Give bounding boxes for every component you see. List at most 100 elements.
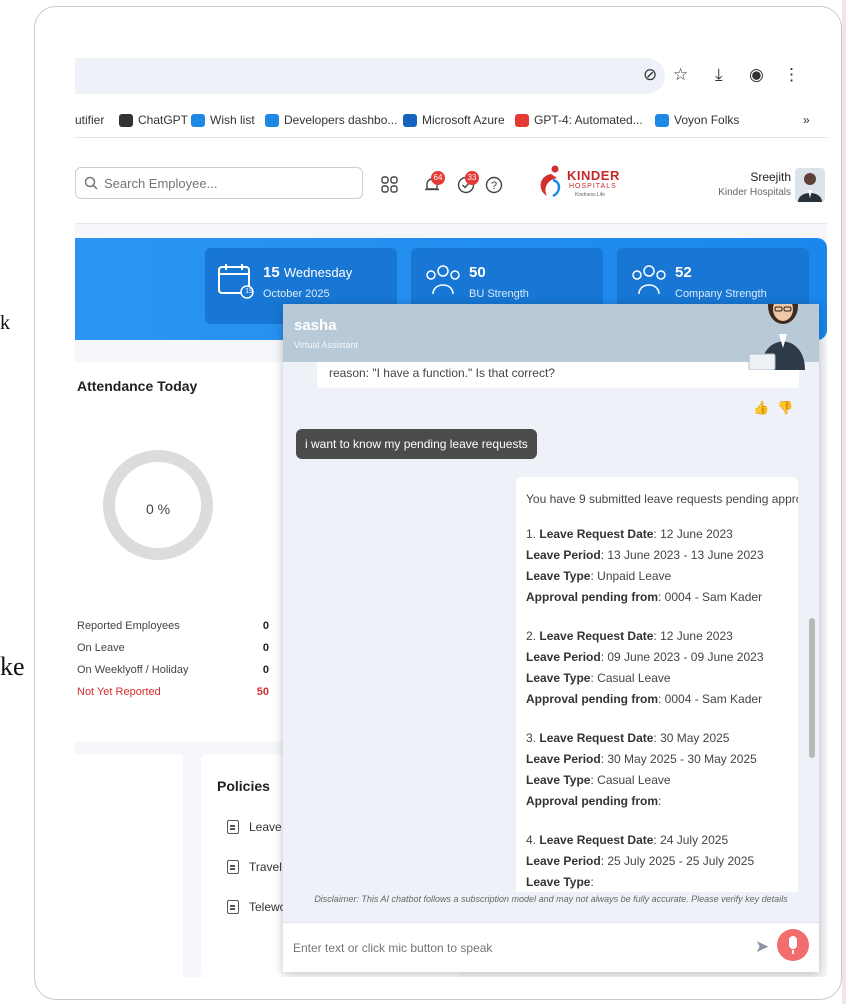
date-label: 15 Wednesday <box>263 264 353 281</box>
bot-name: sasha <box>294 317 337 334</box>
screenshot-frame: ⊘ ☆ ⤓ ◉ ⋮ utifier ChatGPT Wish list Develop… <box>34 6 842 1000</box>
attendance-title: Attendance Today <box>77 378 198 394</box>
team-icon <box>426 265 460 295</box>
company-strength-label: Company Strength <box>675 288 767 300</box>
virtual-assistant-avatar <box>748 304 805 370</box>
browser-window: ⊘ ☆ ⤓ ◉ ⋮ utifier ChatGPT Wish list Develop… <box>75 52 827 977</box>
leave-request-item: 2. Leave Request Date: 12 June 2023 Leave… <box>526 626 798 710</box>
bot-message-intro: You have 9 submitted leave requests pend… <box>526 492 798 506</box>
background-strip <box>842 0 846 1004</box>
leave-request-item: 3. Leave Request Date: 30 May 2025 Leave … <box>526 728 798 812</box>
team-icon <box>632 265 666 295</box>
user-avatar-icon <box>798 173 822 202</box>
stray-text-fragment: k <box>0 312 10 334</box>
bookmark-item[interactable]: Voyon Folks <box>655 113 739 127</box>
policy-item[interactable]: Telewor <box>227 900 290 914</box>
bot-message-previous: reason: "I have a function." Is that cor… <box>317 362 799 388</box>
calendar-day-badge: 19 <box>245 288 253 295</box>
attendance-row: On Weeklyoff / Holiday 0 <box>77 664 269 676</box>
thumbs-up-icon[interactable]: 👍 <box>753 400 769 416</box>
search-icon <box>84 176 98 190</box>
avatar[interactable] <box>795 168 825 202</box>
browser-toolbar: ⊘ ☆ ⤓ ◉ ⋮ <box>75 52 827 102</box>
logo-mark-icon <box>540 165 561 198</box>
menu-dots-icon[interactable]: ⋮ <box>783 64 800 86</box>
search-input[interactable] <box>104 175 324 191</box>
leave-request-field: Leave Type: Unpaid Leave <box>526 569 672 583</box>
bookmark-item[interactable]: GPT-4: Automated... <box>515 113 643 127</box>
star-icon[interactable]: ☆ <box>673 64 688 86</box>
bookmarks-bar: utifier ChatGPT Wish list Developers dashbo… <box>75 102 827 138</box>
leave-request-field: Leave Period: 30 May 2025 - 30 May 2025 <box>526 752 757 766</box>
document-icon <box>227 860 239 874</box>
bookmark-label: Developers dashbo... <box>284 113 398 127</box>
download-icon[interactable]: ⤓ <box>715 64 723 86</box>
bookmark-item[interactable]: Microsoft Azure <box>403 113 505 127</box>
attendance-percent: 0 % <box>145 501 171 517</box>
thumbs-down-icon[interactable]: 👎 <box>777 400 793 416</box>
approvals-badge: 33 <box>465 171 479 185</box>
bot-role: Virtual Assistant <box>294 340 358 350</box>
date-month: October 2025 <box>263 288 330 300</box>
profile-icon[interactable]: ◉ <box>749 64 764 86</box>
user-name: Sreejith <box>750 170 791 184</box>
logo-name: KINDER <box>567 168 620 183</box>
chatbot-header: sasha Virtual Assistant <box>283 304 819 362</box>
chat-messages[interactable]: reason: "I have a function." Is that cor… <box>283 362 819 892</box>
bookmark-label: ChatGPT <box>138 113 189 127</box>
chat-disclaimer: Disclaimer: This AI chatbot follows a su… <box>314 894 788 904</box>
leave-request-item: 1. Leave Request Date: 12 June 2023 Leave… <box>526 524 798 608</box>
policies-title: Policies <box>217 778 270 794</box>
bookmark-label: Voyon Folks <box>674 113 740 127</box>
leave-request-field: 2. Leave Request Date: 12 June 2023 <box>526 629 733 643</box>
leave-request-list: 1. Leave Request Date: 12 June 2023 Leave… <box>526 524 798 892</box>
attendance-row-not-reported[interactable]: Not Yet Reported 50 <box>77 686 269 698</box>
send-icon[interactable]: ➤ <box>751 935 773 959</box>
attendance-row: Reported Employees 0 <box>77 620 269 632</box>
chat-input-bar: ➤ <box>283 922 819 972</box>
user-message: i want to know my pending leave requests <box>296 429 537 459</box>
bookmark-favicon-icon <box>265 113 279 127</box>
bookmark-favicon-icon <box>119 113 133 127</box>
chat-scrollbar[interactable] <box>809 618 815 758</box>
app-header: 64 33 ? KINDER HOSPITALS Kindness Life S… <box>75 138 827 224</box>
logo-subtitle: HOSPITALS <box>569 183 617 190</box>
leave-request-field: Approval pending from: 0004 - Sam Kader <box>526 590 763 604</box>
stray-text-fragment: ke <box>0 652 25 681</box>
leave-request-field: Approval pending from: <box>526 794 662 808</box>
document-icon <box>227 820 239 834</box>
bot-message-leave-list: You have 9 submitted leave requests pend… <box>516 477 798 892</box>
leave-request-item: 4. Leave Request Date: 24 July 2025 Leave… <box>526 830 798 892</box>
bookmark-item[interactable]: Wish list <box>191 113 255 127</box>
bookmark-label: utifier <box>75 113 105 127</box>
leave-request-field: Leave Period: 25 July 2025 - 25 July 202… <box>526 854 755 868</box>
kinder-hospitals-logo: KINDER HOSPITALS Kindness Life <box>535 162 619 202</box>
leave-request-field: Leave Period: 13 June 2023 - 13 June 202… <box>526 548 764 562</box>
lower-left-card <box>75 754 183 977</box>
chatbot-panel: sasha Virtual Assistant reason: "I have … <box>283 304 819 972</box>
bookmark-item[interactable]: ChatGPT <box>119 113 188 127</box>
notification-badge: 64 <box>431 171 445 185</box>
bookmark-favicon-icon <box>403 113 417 127</box>
address-bar[interactable] <box>75 58 665 94</box>
user-organization: Kinder Hospitals <box>718 187 791 198</box>
attendance-card: Attendance Today 0 % Reported Employees 0… <box>75 362 290 742</box>
bookmark-favicon-icon <box>515 113 529 127</box>
bookmarks-overflow-icon[interactable]: » <box>803 113 810 127</box>
chat-input[interactable] <box>293 935 733 961</box>
leave-request-field: Approval pending from: 0004 - Sam Kader <box>526 692 763 706</box>
location-off-icon[interactable]: ⊘ <box>643 64 657 86</box>
bookmark-item[interactable]: utifier <box>75 113 104 127</box>
mic-button[interactable] <box>777 929 809 961</box>
apps-grid-icon[interactable] <box>381 176 399 194</box>
leave-request-field: Leave Type: Casual Leave <box>526 773 671 787</box>
bu-strength-label: BU Strength <box>469 288 529 300</box>
bookmark-favicon-icon <box>655 113 669 127</box>
bookmark-label: Wish list <box>210 113 255 127</box>
help-icon[interactable]: ? <box>485 176 503 194</box>
bookmark-favicon-icon <box>191 113 205 127</box>
search-box[interactable] <box>75 167 363 199</box>
bookmark-item[interactable]: Developers dashbo... <box>265 113 397 127</box>
logo-tagline: Kindness Life <box>575 192 606 198</box>
leave-request-field: 3. Leave Request Date: 30 May 2025 <box>526 731 730 745</box>
